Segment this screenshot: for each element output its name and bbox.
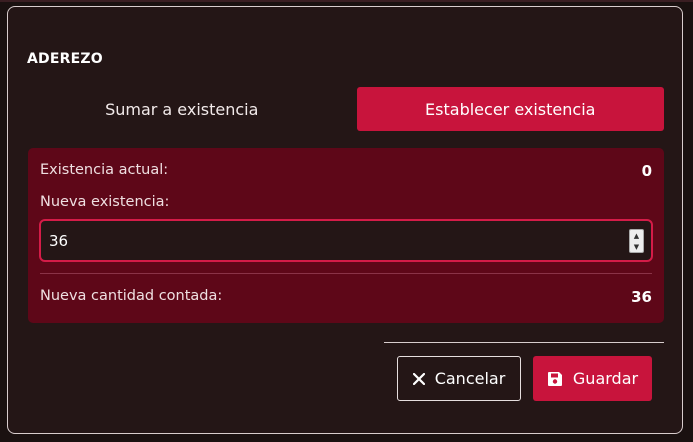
footer-divider xyxy=(384,342,664,343)
new-stock-field[interactable]: ▲ ▼ xyxy=(39,219,653,262)
current-stock-value: 0 xyxy=(641,162,652,180)
number-stepper[interactable]: ▲ ▼ xyxy=(629,229,644,253)
stock-panel: Existencia actual: 0 Nueva existencia: ▲… xyxy=(28,148,664,323)
cancel-label: Cancelar xyxy=(434,369,506,388)
counted-row: Nueva cantidad contada: 36 xyxy=(40,288,652,306)
new-stock-label: Nueva existencia: xyxy=(40,194,170,210)
floppy-disk-icon xyxy=(547,371,563,387)
save-button[interactable]: Guardar xyxy=(533,356,652,401)
stepper-up-icon[interactable]: ▲ xyxy=(634,232,639,240)
current-stock-row: Existencia actual: 0 xyxy=(40,162,652,180)
cancel-button[interactable]: Cancelar xyxy=(397,356,521,401)
tab-add-to-stock[interactable]: Sumar a existencia xyxy=(28,87,336,131)
current-stock-label: Existencia actual: xyxy=(40,162,169,178)
mode-tabs: Sumar a existencia Establecer existencia xyxy=(28,87,664,131)
backdrop-edge xyxy=(0,0,693,2)
save-label: Guardar xyxy=(572,369,639,388)
stock-adjust-modal: ADEREZO Sumar a existencia Establecer ex… xyxy=(7,6,683,434)
new-stock-input[interactable] xyxy=(41,221,651,260)
tab-set-stock[interactable]: Establecer existencia xyxy=(356,87,664,131)
counted-label: Nueva cantidad contada: xyxy=(40,288,223,304)
counted-value: 36 xyxy=(631,288,652,306)
close-icon xyxy=(412,372,425,385)
stepper-down-icon[interactable]: ▼ xyxy=(634,243,639,251)
panel-divider xyxy=(40,273,652,274)
modal-title: ADEREZO xyxy=(27,51,103,67)
